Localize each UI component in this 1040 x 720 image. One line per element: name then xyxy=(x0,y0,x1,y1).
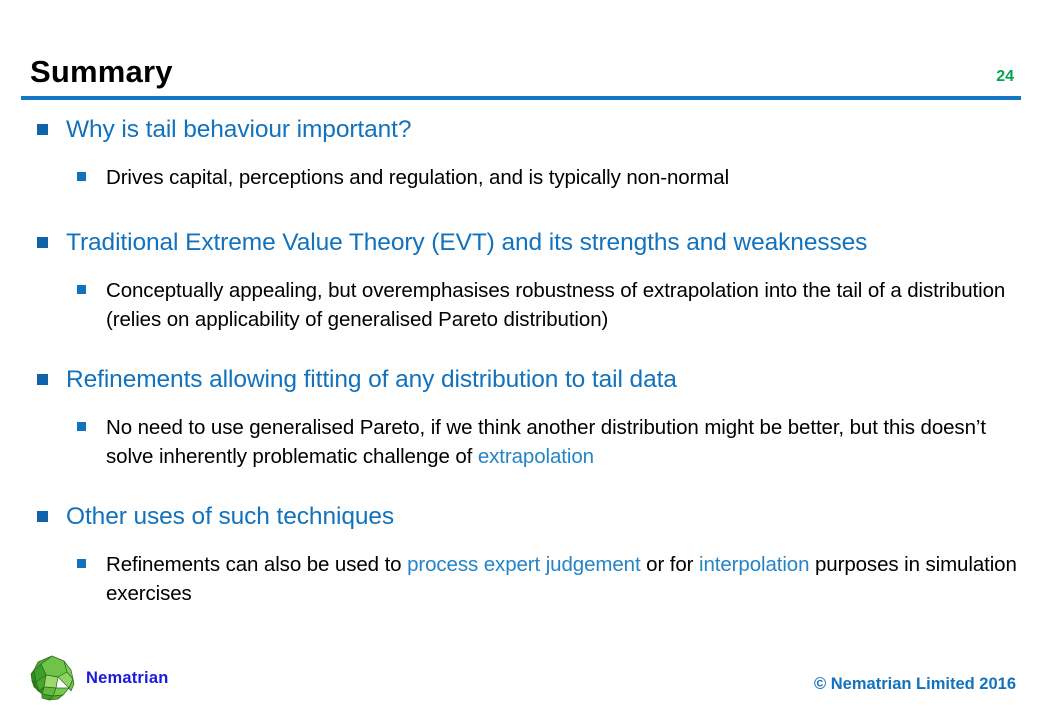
bullet-text: Why is tail behaviour important? xyxy=(66,116,412,143)
bullet-square-icon xyxy=(77,422,86,431)
slide-body: Why is tail behaviour important? Drives … xyxy=(0,104,1040,608)
bullet-level1: Refinements allowing fitting of any dist… xyxy=(0,363,1040,396)
bullet-level2: No need to use generalised Pareto, if we… xyxy=(0,413,1040,471)
bullet-text: Refinements can also be used to process … xyxy=(106,550,1018,608)
bullet-text: Traditional Extreme Value Theory (EVT) a… xyxy=(66,229,868,256)
bullet-square-icon xyxy=(37,511,48,522)
bullet-level2: Drives capital, perceptions and regulati… xyxy=(0,163,1040,192)
bullet-text: Refinements allowing fitting of any dist… xyxy=(66,366,677,393)
green-polyhedron-icon xyxy=(30,655,75,701)
brand-name: Nematrian xyxy=(86,668,169,687)
bullet-square-icon xyxy=(77,559,86,568)
slide-header: Summary 24 xyxy=(0,0,1040,100)
slide-page-number: 24 xyxy=(996,68,1014,85)
inline-text: Refinements can also be used to xyxy=(106,553,408,576)
bullet-level2: Conceptually appealing, but overemphasis… xyxy=(0,276,1040,334)
brand-logo: Nematrian xyxy=(27,653,169,703)
presentation-slide: Summary 24 Why is tail behaviour importa… xyxy=(0,0,1040,720)
inline-link[interactable]: extrapolation xyxy=(478,445,594,468)
copyright-notice: © Nematrian Limited 2016 xyxy=(814,675,1016,693)
bullet-level1: Other uses of such techniques xyxy=(0,500,1040,533)
bullet-square-icon xyxy=(77,172,86,181)
bullet-text: Conceptually appealing, but overemphasis… xyxy=(106,279,1006,331)
bullet-text: Other uses of such techniques xyxy=(66,503,395,530)
inline-link[interactable]: interpolation xyxy=(699,553,809,576)
bullet-square-icon xyxy=(37,237,48,248)
bullet-square-icon xyxy=(37,124,48,135)
bullet-level1: Why is tail behaviour important? xyxy=(0,113,1040,146)
inline-link[interactable]: process expert judgement xyxy=(407,553,641,576)
page-title: Summary xyxy=(30,54,173,89)
bullet-square-icon xyxy=(77,285,86,294)
bullet-text: No need to use generalised Pareto, if we… xyxy=(106,413,1018,471)
slide-footer: Nematrian © Nematrian Limited 2016 xyxy=(0,638,1040,720)
bullet-square-icon xyxy=(37,374,48,385)
bullet-level1: Traditional Extreme Value Theory (EVT) a… xyxy=(0,226,1040,259)
bullet-text: Drives capital, perceptions and regulati… xyxy=(106,166,730,189)
bullet-level2: Refinements can also be used to process … xyxy=(0,550,1040,608)
title-divider xyxy=(21,96,1021,100)
inline-text: or for xyxy=(640,553,700,576)
